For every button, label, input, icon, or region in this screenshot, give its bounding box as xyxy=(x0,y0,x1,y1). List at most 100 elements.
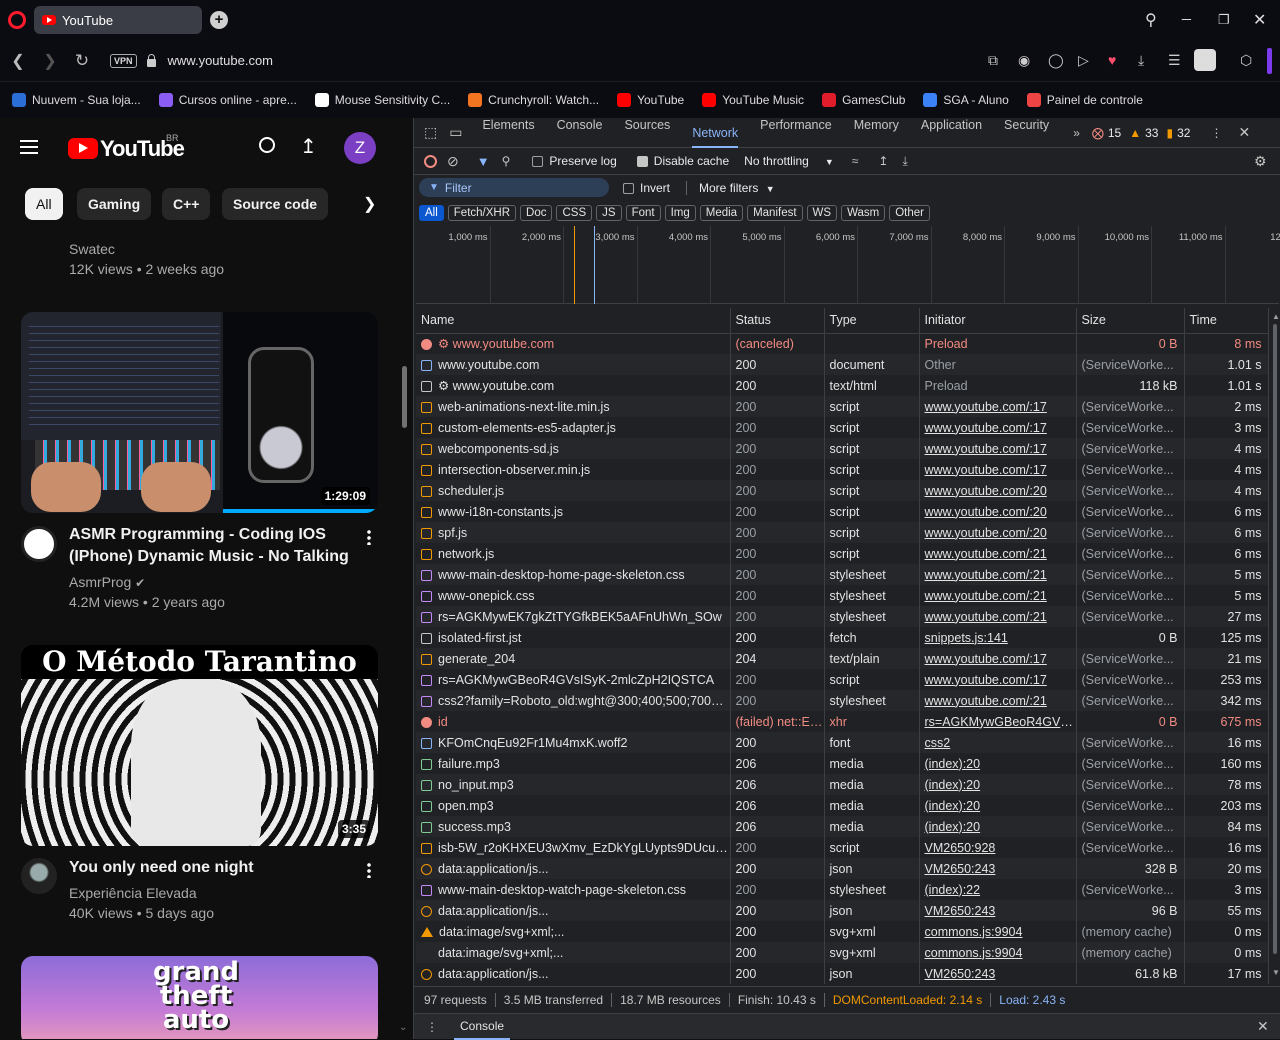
table-row[interactable]: data:image/svg+xml;... 200 svg+xml commons.… xyxy=(416,942,1269,963)
tab-elements[interactable]: Elements xyxy=(482,118,534,148)
page-scrollbar[interactable] xyxy=(402,366,407,428)
cell-initiator[interactable]: VM2650:243 xyxy=(919,963,1077,984)
share-icon[interactable]: ⧉ xyxy=(988,52,998,69)
type-filter-fetchxhr[interactable]: Fetch/XHR xyxy=(447,204,517,221)
cell-initiator[interactable]: www.youtube.com/:17 xyxy=(919,459,1077,480)
upload-icon[interactable]: ↥ xyxy=(300,134,317,159)
account-avatar[interactable]: Z xyxy=(344,132,376,164)
request-name[interactable]: web-animations-next-lite.min.js xyxy=(438,400,610,414)
table-row[interactable]: success.mp3 206 media (index):20 (ServiceWor… xyxy=(416,816,1269,837)
cell-initiator[interactable]: Preload xyxy=(919,375,1077,396)
table-row[interactable]: isb-5W_r2oKHXEU3wXmv_EzDkYgLUypts9DUcuCG… xyxy=(416,837,1269,858)
snapshot-camera-icon[interactable]: ◉ xyxy=(1018,52,1030,69)
search-icon[interactable] xyxy=(259,137,275,153)
table-row[interactable]: isolated-first.jst 200 fetch snippets.js:14… xyxy=(416,627,1269,648)
tab-console[interactable]: Console xyxy=(557,118,603,148)
shield-icon[interactable]: ◯ xyxy=(1048,52,1064,69)
type-filter-font[interactable]: Font xyxy=(625,204,661,221)
bookmark-item[interactable]: SGA - Aluno xyxy=(923,93,1009,107)
cell-initiator[interactable]: Preload xyxy=(919,333,1077,354)
table-row[interactable]: ⚙ www.youtube.com 200 text/html Preload 118 … xyxy=(416,375,1269,396)
reload-button[interactable]: ↻ xyxy=(66,51,98,71)
table-row[interactable]: scheduler.js 200 script www.youtube.com/:20… xyxy=(416,480,1269,501)
bookmark-item[interactable]: YouTube xyxy=(617,93,684,107)
profile-avatar-icon[interactable] xyxy=(1194,49,1216,71)
bookmark-item[interactable]: GamesClub xyxy=(822,93,905,107)
table-row[interactable]: id (failed) net::ER... xhr rs=AGKMywGBeoR4G… xyxy=(416,711,1269,732)
devtools-menu-icon[interactable]: ⋮ xyxy=(1210,126,1222,140)
chips-next-icon[interactable]: ❯ xyxy=(363,194,376,214)
table-row[interactable]: custom-elements-es5-adapter.js 200 script w… xyxy=(416,417,1269,438)
tab-memory[interactable]: Memory xyxy=(854,118,899,148)
cell-initiator[interactable]: www.youtube.com/:17 xyxy=(919,417,1077,438)
device-toolbar-icon[interactable]: ▭ xyxy=(449,124,462,141)
type-filter-ws[interactable]: WS xyxy=(806,204,838,221)
chip-all[interactable]: All xyxy=(25,188,63,220)
table-row[interactable]: generate_204 204 text/plain www.youtube.com… xyxy=(416,648,1269,669)
video-channel[interactable]: Experiência Elevada xyxy=(69,883,197,903)
request-name[interactable]: data:application/js... xyxy=(438,967,549,981)
cell-initiator[interactable]: (index):20 xyxy=(919,795,1077,816)
drawer-menu-icon[interactable]: ⋮ xyxy=(426,1020,438,1034)
column-header-time[interactable]: Time xyxy=(1184,308,1269,334)
menu-icon[interactable] xyxy=(20,140,38,154)
vpn-badge[interactable]: VPN xyxy=(110,53,137,68)
bookmark-item[interactable]: Nuuvem - Sua loja... xyxy=(12,93,141,107)
throttling-select[interactable]: No throttling ▼ xyxy=(744,154,834,168)
tab-performance[interactable]: Performance xyxy=(760,118,832,148)
request-name[interactable]: www.youtube.com xyxy=(438,358,539,372)
chip-source-code[interactable]: Source code xyxy=(222,188,329,220)
more-options-icon[interactable] xyxy=(367,529,371,545)
cell-initiator[interactable]: commons.js:9904 xyxy=(919,921,1077,942)
search-tabs-icon[interactable]: ⚲ xyxy=(1145,10,1157,30)
search-icon[interactable]: ⚲ xyxy=(502,154,511,168)
column-header-size[interactable]: Size xyxy=(1076,308,1185,334)
flow-send-icon[interactable]: ▷ xyxy=(1078,52,1089,69)
error-count-icon[interactable]: ⨂ xyxy=(1092,126,1104,140)
video-channel[interactable]: AsmrProg ✔ xyxy=(69,572,145,593)
type-filter-js[interactable]: JS xyxy=(596,204,622,221)
video-channel[interactable]: Swatec xyxy=(69,239,115,259)
request-name[interactable]: intersection-observer.min.js xyxy=(438,463,590,477)
table-row[interactable]: intersection-observer.min.js 200 script www… xyxy=(416,459,1269,480)
request-name[interactable]: www-onepick.css xyxy=(438,589,535,603)
video-thumbnail[interactable]: grand theft auto xyxy=(21,956,378,1039)
new-tab-button[interactable]: + xyxy=(210,11,228,29)
cell-initiator[interactable]: www.youtube.com/:17 xyxy=(919,438,1077,459)
more-tabs-icon[interactable]: » xyxy=(1073,126,1080,140)
type-filter-img[interactable]: Img xyxy=(664,204,696,221)
request-name[interactable]: isb-5W_r2oKHXEU3wXmv_EzDkYgLUypts9DUcuCG… xyxy=(438,841,729,855)
table-row[interactable]: rs=AGKMywGBeoR4GVsISyK-2mlcZpH2IQSTCA 200… xyxy=(416,669,1269,690)
request-name[interactable]: ⚙ www.youtube.com xyxy=(438,337,554,351)
forward-button[interactable]: ❯ xyxy=(34,51,66,71)
cell-initiator[interactable]: www.youtube.com/:21 xyxy=(919,543,1077,564)
request-name[interactable]: no_input.mp3 xyxy=(438,778,514,792)
request-name[interactable]: custom-elements-es5-adapter.js xyxy=(438,421,616,435)
cell-initiator[interactable]: www.youtube.com/:20 xyxy=(919,522,1077,543)
table-row[interactable]: spf.js 200 script www.youtube.com/:20 (Servi… xyxy=(416,522,1269,543)
column-header-type[interactable]: Type xyxy=(824,308,920,334)
minimize-window-button[interactable]: _ xyxy=(1182,4,1191,22)
warning-count[interactable]: 33 xyxy=(1145,126,1158,140)
request-name[interactable]: rs=AGKMywGBeoR4GVsISyK-2mlcZpH2IQSTCA xyxy=(438,673,714,687)
cell-initiator[interactable]: rs=AGKMywGBeoR4GVsISyK- xyxy=(919,711,1077,732)
request-name[interactable]: ⚙ www.youtube.com xyxy=(438,379,554,393)
cell-initiator[interactable]: www.youtube.com/:21 xyxy=(919,690,1077,711)
table-scrollbar[interactable]: ▲ ▼ xyxy=(1271,308,1280,980)
type-filter-doc[interactable]: Doc xyxy=(520,204,553,221)
channel-avatar[interactable] xyxy=(21,858,57,894)
cell-initiator[interactable]: snippets.js:141 xyxy=(919,627,1077,648)
table-row[interactable]: failure.mp3 206 media (index):20 (ServiceWor… xyxy=(416,753,1269,774)
drawer-tab-console[interactable]: Console xyxy=(454,1014,511,1040)
cell-initiator[interactable]: VM2650:243 xyxy=(919,900,1077,921)
cell-initiator[interactable]: www.youtube.com/:20 xyxy=(919,501,1077,522)
table-row[interactable]: www-onepick.css 200 stylesheet www.youtube.… xyxy=(416,585,1269,606)
cell-initiator[interactable]: css2 xyxy=(919,732,1077,753)
video-title[interactable]: You only need one night xyxy=(69,857,359,879)
request-name[interactable]: scheduler.js xyxy=(438,484,504,498)
issues-count[interactable]: 32 xyxy=(1177,126,1190,140)
table-row[interactable]: www.youtube.com 200 document Other (ServiceW… xyxy=(416,354,1269,375)
warning-count-icon[interactable]: ▲ xyxy=(1129,126,1141,140)
request-name[interactable]: webcomponents-sd.js xyxy=(438,442,559,456)
bookmark-item[interactable]: Mouse Sensitivity C... xyxy=(314,93,450,107)
